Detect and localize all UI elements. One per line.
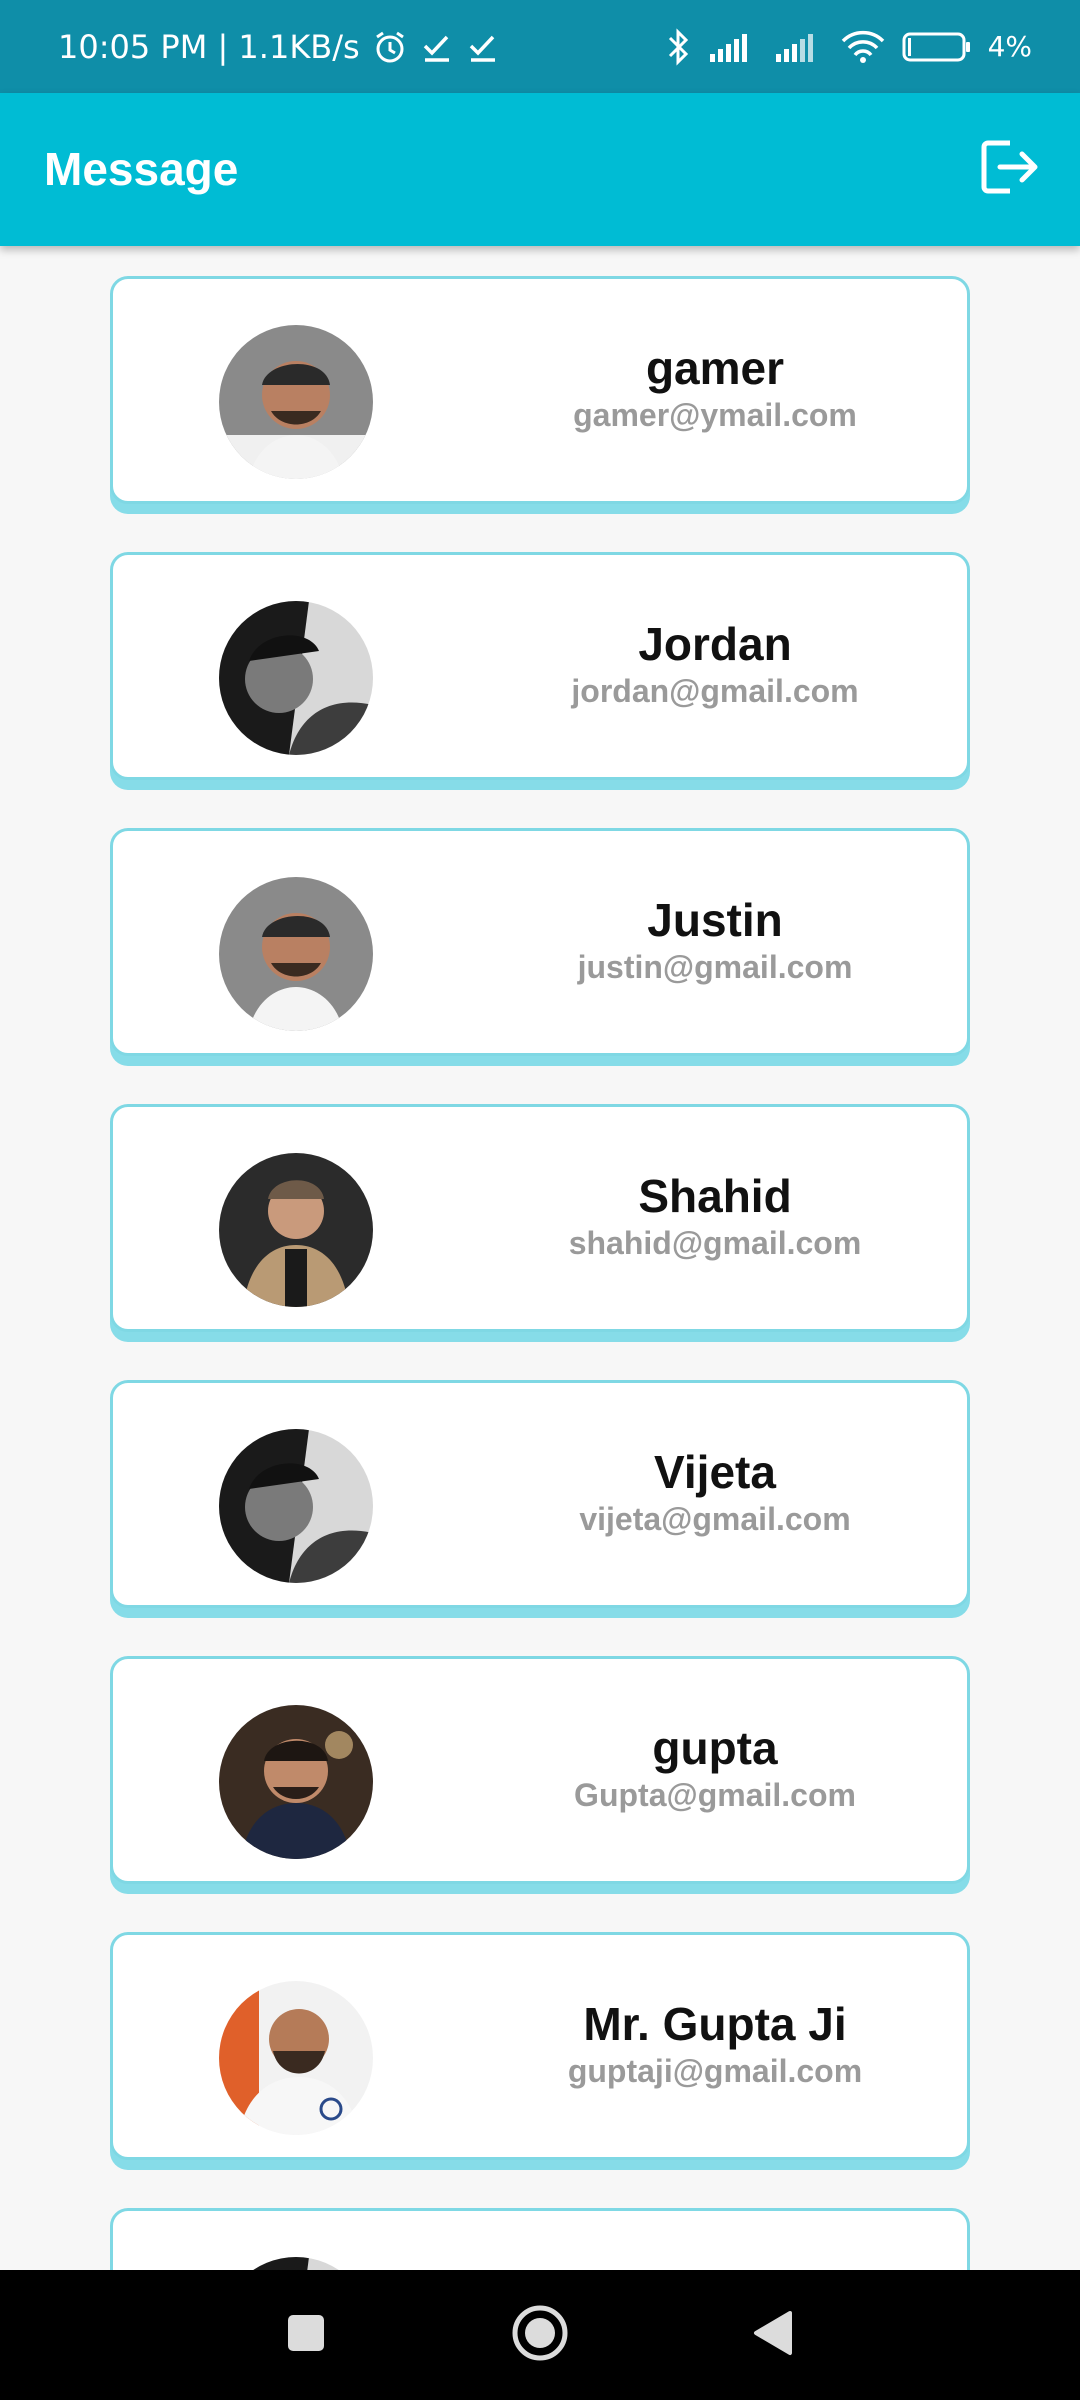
contact-email: jordan@gmail.com xyxy=(571,673,859,709)
wifi-icon xyxy=(840,30,886,64)
check-icon xyxy=(420,30,454,64)
recents-square-icon xyxy=(286,2313,326,2358)
contact-card[interactable]: Mr. Gupta Ji guptaji@gmail.com xyxy=(110,1932,970,2160)
contact-email: gamer@ymail.com xyxy=(573,397,857,433)
contact-info: Shahid shahid@gmail.com xyxy=(505,1107,925,1335)
contact-name: Vijeta xyxy=(654,1446,776,1498)
contact-info: Justin justin@gmail.com xyxy=(505,831,925,1059)
contact-card-partial[interactable] xyxy=(110,2208,970,2270)
contact-card[interactable]: gamer gamer@ymail.com xyxy=(110,276,970,504)
signal-icon xyxy=(708,30,758,64)
back-triangle-icon xyxy=(750,2309,794,2362)
avatar xyxy=(219,877,373,1031)
status-time-speed: 10:05 PM | 1.1KB/s xyxy=(58,27,360,66)
contact-name: Shahid xyxy=(638,1170,792,1222)
contact-name: gamer xyxy=(645,342,785,394)
contact-name: gupta xyxy=(652,1722,778,1774)
contact-email: Gupta@gmail.com xyxy=(574,1777,856,1813)
contact-email: guptaji@gmail.com xyxy=(567,2053,863,2089)
contact-email: justin@gmail.com xyxy=(577,949,853,985)
contact-email: vijeta@gmail.com xyxy=(579,1501,851,1537)
contact-name: Justin xyxy=(647,894,783,946)
avatar xyxy=(219,325,373,479)
contact-info: gamer gamer@ymail.com xyxy=(505,279,925,507)
bluetooth-icon xyxy=(666,27,692,66)
contact-name: Jordan xyxy=(638,618,792,670)
contact-info: Mr. Gupta Ji guptaji@gmail.com xyxy=(505,1935,925,2163)
navigation-bar xyxy=(0,2270,1080,2400)
home-button[interactable] xyxy=(480,2270,600,2400)
avatar xyxy=(219,1153,373,1307)
battery-icon xyxy=(902,31,972,63)
status-bar: 10:05 PM | 1.1KB/s 4% xyxy=(0,0,1080,93)
contact-name: Mr. Gupta Ji xyxy=(583,1998,847,2050)
battery-percentage: 4% xyxy=(987,30,1032,63)
contact-info: Vijeta vijeta@gmail.com xyxy=(505,1383,925,1611)
contact-info: Jordan jordan@gmail.com xyxy=(505,555,925,783)
avatar xyxy=(219,1429,373,1583)
home-circle-icon xyxy=(511,2304,569,2367)
contact-list[interactable]: gamer gamer@ymail.com Jordan jordan@gmai… xyxy=(0,246,1080,2270)
contact-email: shahid@gmail.com xyxy=(568,1225,862,1261)
check-icon xyxy=(466,30,500,64)
status-left: 10:05 PM | 1.1KB/s xyxy=(58,0,500,93)
avatar xyxy=(219,2257,373,2270)
contact-card[interactable]: Justin justin@gmail.com xyxy=(110,828,970,1056)
avatar xyxy=(219,1705,373,1859)
logout-button[interactable] xyxy=(976,135,1044,203)
contact-info: gupta Gupta@gmail.com xyxy=(505,1659,925,1887)
signal-icon xyxy=(774,30,824,64)
contact-card[interactable]: Shahid shahid@gmail.com xyxy=(110,1104,970,1332)
app-bar: Message xyxy=(0,93,1080,246)
avatar xyxy=(219,1981,373,2135)
contact-card[interactable]: Jordan jordan@gmail.com xyxy=(110,552,970,780)
contact-card[interactable]: gupta Gupta@gmail.com xyxy=(110,1656,970,1884)
status-right: 4% xyxy=(666,0,1032,93)
back-button[interactable] xyxy=(712,2270,832,2400)
alarm-icon xyxy=(372,29,408,65)
recents-button[interactable] xyxy=(246,2270,366,2400)
page-title: Message xyxy=(44,143,239,195)
avatar xyxy=(219,601,373,755)
logout-icon xyxy=(980,139,1040,200)
contact-card[interactable]: Vijeta vijeta@gmail.com xyxy=(110,1380,970,1608)
